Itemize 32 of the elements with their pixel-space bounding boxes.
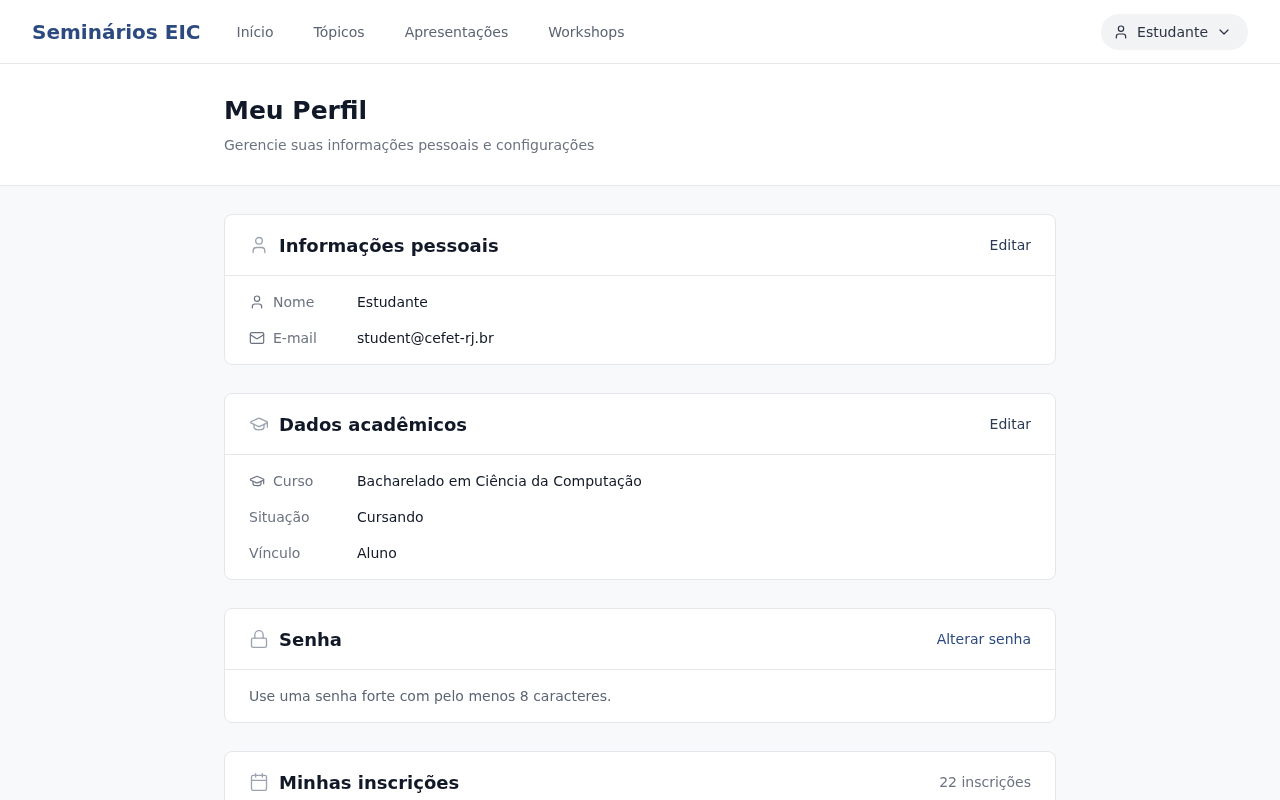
calendar-icon	[249, 772, 269, 792]
field-value: Bacharelado em Ciência da Computação	[357, 473, 642, 489]
envelope-icon	[249, 330, 265, 346]
card-title: Minhas inscrições	[279, 771, 461, 793]
card-action-link[interactable]: Alterar senha	[936, 631, 1031, 647]
page-subtitle: Gerencie suas informações pessoais e configurações	[224, 137, 596, 153]
password-hint: Use uma senha forte com pelo menos 8 caracteres.	[248, 687, 613, 706]
card-title: Dados acadêmicos	[279, 413, 469, 435]
field-value: Aluno	[357, 545, 397, 561]
page-title: Meu Perfil	[224, 96, 369, 125]
card-action-link[interactable]: Editar	[989, 237, 1031, 253]
padlock-icon	[249, 629, 269, 649]
field-value: Cursando	[357, 509, 424, 525]
field-value: Estudante	[357, 294, 428, 310]
card-title: Informações pessoais	[279, 234, 500, 256]
user-menu-button[interactable]: Estudante	[1101, 13, 1248, 50]
field-label: Vínculo	[249, 545, 301, 561]
graduation-cap-icon	[249, 473, 265, 489]
card-action-link[interactable]: Editar	[989, 416, 1031, 432]
nav-link[interactable]: Apresentações	[404, 23, 509, 40]
registration-count: 22 inscrições	[939, 774, 1031, 790]
person-icon	[249, 294, 265, 310]
field-label: E-mail	[273, 330, 317, 346]
nav-link[interactable]: Workshops	[548, 23, 625, 40]
nav-link[interactable]: Tópicos	[313, 23, 365, 40]
card-title: Senha	[279, 628, 343, 650]
nav-link[interactable]: Início	[236, 23, 274, 40]
field-value: student@cefet-rj.br	[357, 330, 494, 346]
field-label: Nome	[273, 294, 315, 310]
field-label: Curso	[273, 473, 314, 489]
brand-name[interactable]: Seminários EIC	[32, 19, 201, 44]
field-label: Situação	[249, 509, 310, 525]
